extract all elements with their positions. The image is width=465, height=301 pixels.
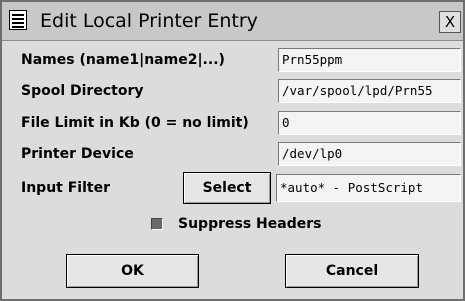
spool-directory-input[interactable]: /var/spool/lpd/Prn55 <box>278 79 461 103</box>
file-limit-row: File Limit in Kb (0 = no limit) 0 <box>2 109 463 137</box>
printer-device-row: Printer Device /dev/lp0 <box>2 140 463 168</box>
file-limit-label: File Limit in Kb (0 = no limit) <box>21 115 249 131</box>
spool-directory-label: Spool Directory <box>21 83 144 99</box>
names-row: Names (name1|name2|...) Prn55ppm <box>2 46 463 74</box>
suppress-headers-checkbox[interactable] <box>151 218 163 230</box>
names-input[interactable]: Prn55ppm <box>278 48 461 72</box>
suppress-headers-label[interactable]: Suppress Headers <box>178 212 321 236</box>
ok-button[interactable]: OK <box>66 254 199 288</box>
names-label: Names (name1|name2|...) <box>21 52 225 68</box>
window-title: Edit Local Printer Entry <box>40 10 258 32</box>
printer-device-label: Printer Device <box>21 146 134 162</box>
spool-directory-row: Spool Directory /var/spool/lpd/Prn55 <box>2 77 463 105</box>
select-filter-button[interactable]: Select <box>183 172 271 204</box>
printer-device-input[interactable]: /dev/lp0 <box>278 142 461 166</box>
input-filter-label: Input Filter <box>21 180 110 196</box>
cancel-button[interactable]: Cancel <box>285 254 419 288</box>
title-bar[interactable]: Edit Local Printer Entry X <box>2 2 463 41</box>
close-icon[interactable]: X <box>439 11 461 33</box>
input-filter-field[interactable]: *auto* - PostScript <box>276 174 461 202</box>
window-menu-icon[interactable] <box>9 10 27 30</box>
edit-local-printer-dialog: Edit Local Printer Entry X Names (name1|… <box>0 0 465 301</box>
file-limit-input[interactable]: 0 <box>278 111 461 135</box>
suppress-headers-row: Suppress Headers <box>2 212 463 236</box>
